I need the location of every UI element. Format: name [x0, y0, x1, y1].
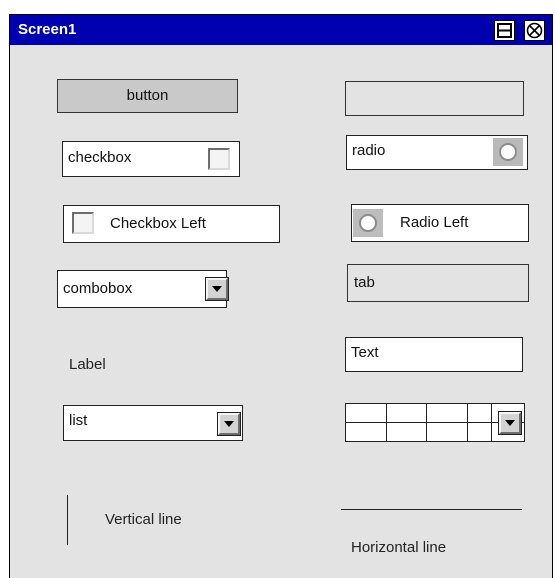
- vertical-line: [67, 495, 68, 545]
- title-bar[interactable]: Screen1: [10, 15, 552, 45]
- text-field[interactable]: Text: [345, 337, 523, 372]
- button[interactable]: button: [57, 79, 238, 113]
- list-dropdown-button[interactable]: [217, 412, 241, 436]
- checkbox-left-box[interactable]: [72, 212, 94, 234]
- radio-button-bg[interactable]: [493, 138, 523, 166]
- checkbox-box[interactable]: [208, 148, 230, 170]
- chevron-down-icon: [208, 280, 226, 298]
- combobox[interactable]: combobox: [57, 270, 229, 308]
- grid-row-divider: [346, 422, 524, 423]
- maximize-button[interactable]: [494, 20, 515, 41]
- radio-label: radio: [352, 142, 386, 159]
- window-title: Screen1: [18, 21, 77, 38]
- tab-label: tab: [354, 274, 375, 291]
- checkbox-label: checkbox: [68, 149, 132, 166]
- maximize-icon: [495, 21, 514, 40]
- empty-button[interactable]: [345, 81, 524, 116]
- text-field-value: Text: [351, 344, 379, 361]
- vertical-line-caption: Vertical line: [105, 511, 182, 528]
- radio-circle-icon: [499, 143, 517, 161]
- checkbox-left[interactable]: Checkbox Left: [63, 205, 280, 243]
- radio-left-circle-icon: [359, 214, 377, 232]
- radio-left-label: Radio Left: [400, 214, 469, 231]
- radio[interactable]: radio: [346, 135, 528, 170]
- table-grid[interactable]: [345, 403, 525, 442]
- radio-left[interactable]: Radio Left: [351, 204, 529, 242]
- horizontal-line-caption: Horizontal line: [351, 539, 447, 556]
- combobox-dropdown-button[interactable]: [205, 277, 229, 301]
- grid-dropdown-button[interactable]: [498, 411, 522, 435]
- label-text: Label: [69, 356, 106, 373]
- checkbox-left-label: Checkbox Left: [110, 215, 206, 232]
- chevron-down-icon: [220, 415, 238, 433]
- close-button[interactable]: [524, 20, 545, 41]
- radio-left-button-bg[interactable]: [353, 209, 383, 237]
- combobox-value: combobox: [63, 280, 133, 297]
- screen-window: Screen1 button checkbox radio Checkbox L…: [9, 14, 553, 578]
- tab[interactable]: tab: [347, 264, 529, 302]
- checkbox[interactable]: checkbox: [62, 141, 240, 177]
- chevron-down-icon: [501, 414, 519, 432]
- list[interactable]: list: [63, 405, 243, 441]
- list-value: list: [69, 412, 88, 429]
- horizontal-line: [341, 509, 522, 510]
- close-icon: [525, 21, 544, 40]
